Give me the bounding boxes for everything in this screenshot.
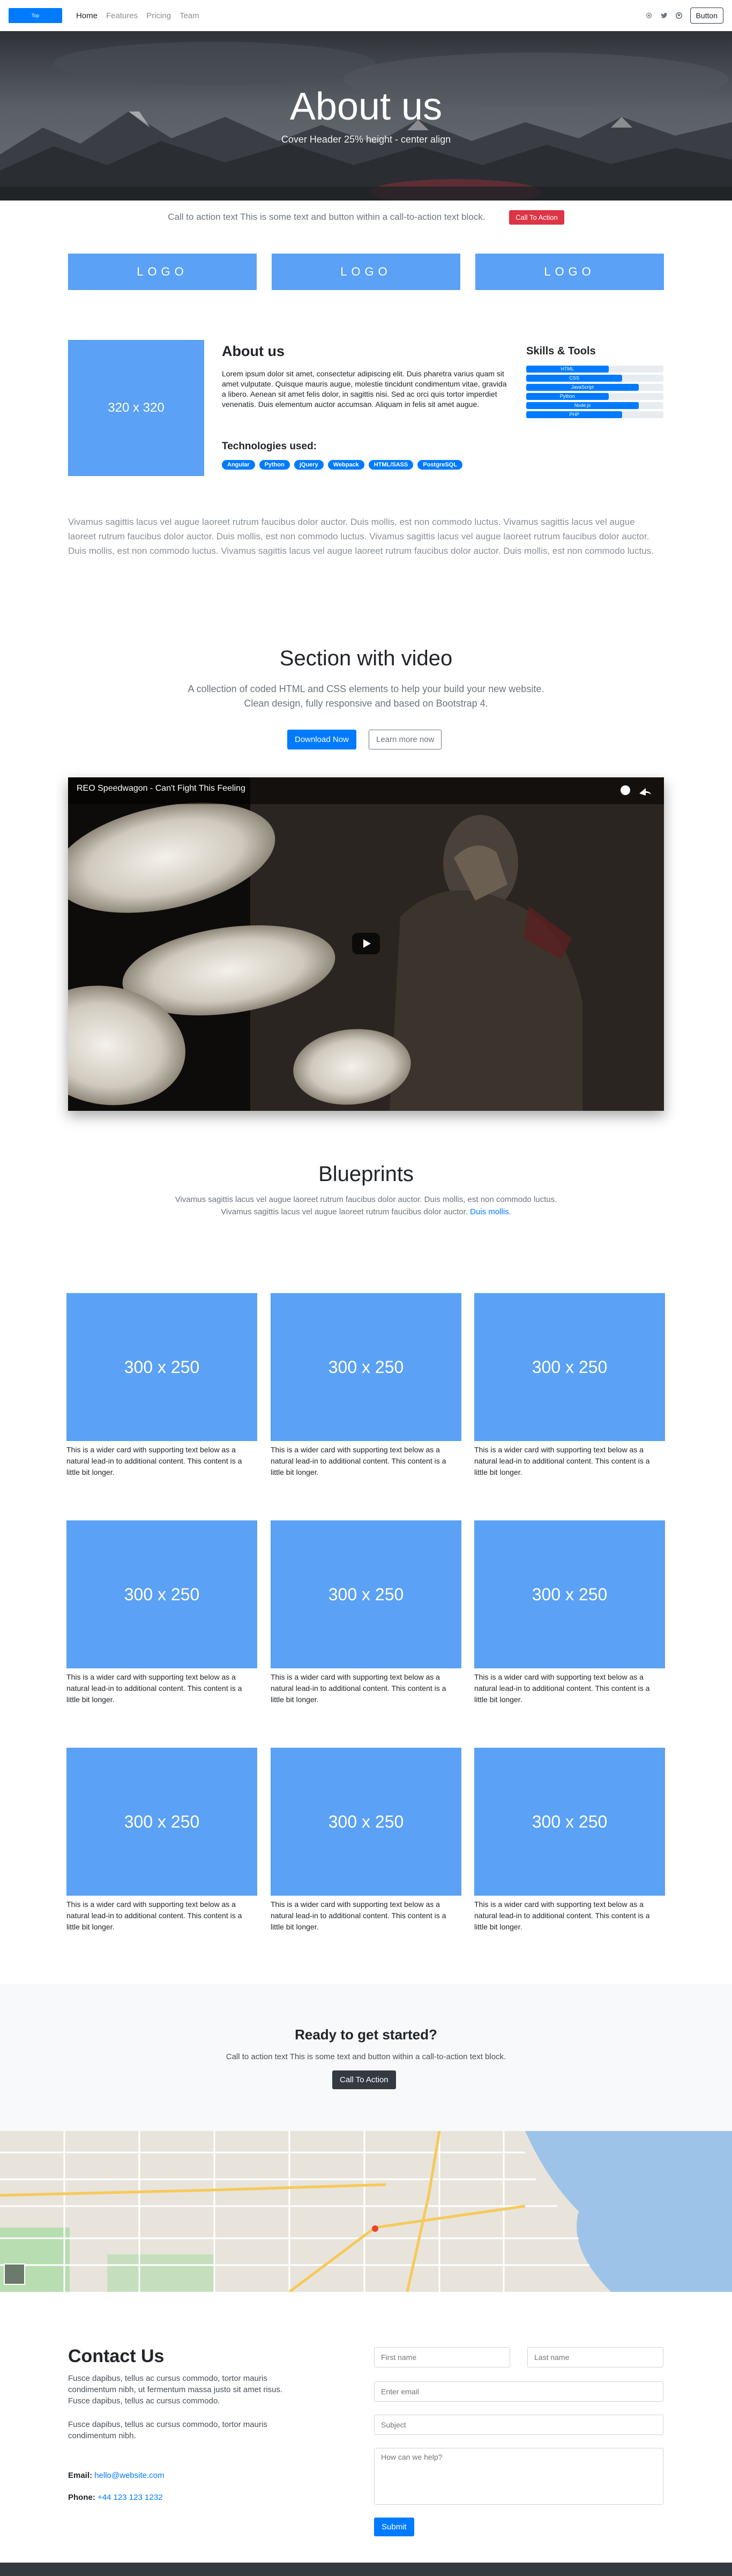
blueprints-text: Vivamus sagittis lacus vel augue laoreet… xyxy=(175,1195,557,1216)
card-image: 300 x 250 xyxy=(271,1748,461,1896)
card-text: This is a wider card with supporting tex… xyxy=(271,1900,446,1931)
skill-fill: JavaScript xyxy=(526,384,639,391)
video-player[interactable]: REO Speedwagon - Can't Fight This Feelin… xyxy=(68,777,664,1111)
skill-fill: Python xyxy=(526,393,609,400)
ready-section: Ready to get started? Call to action tex… xyxy=(0,1984,732,2131)
skill-bar: Python xyxy=(526,393,663,400)
cta-strip: Call to action text This is some text an… xyxy=(0,210,732,225)
download-now-button[interactable]: Download Now xyxy=(287,730,356,749)
video-section-subtitle-1: A collection of coded HTML and CSS eleme… xyxy=(188,684,544,694)
card-text: This is a wider card with supporting tex… xyxy=(66,1445,242,1476)
skill-fill: Node.js xyxy=(526,402,639,409)
ready-title: Ready to get started? xyxy=(295,2026,437,2043)
card-text: This is a wider card with supporting tex… xyxy=(474,1900,650,1931)
skills-title: Skills & Tools xyxy=(526,345,596,357)
badge-webpack: Webpack xyxy=(327,460,364,470)
logo-3: LOGO xyxy=(475,254,664,290)
skill-bar: HTML xyxy=(526,366,663,373)
skill-fill: PHP xyxy=(526,411,623,418)
card-text: This is a wider card with supporting tex… xyxy=(271,1673,446,1704)
nav-link-features[interactable]: Features xyxy=(106,11,138,20)
brand-logo[interactable]: Top xyxy=(9,8,62,23)
call-to-action-button[interactable]: Call To Action xyxy=(509,210,564,225)
play-icon[interactable] xyxy=(352,933,380,954)
twitter-icon[interactable] xyxy=(660,12,668,19)
nav-link-home[interactable]: Home xyxy=(76,11,98,20)
ready-text: Call to action text This is some text an… xyxy=(226,2052,506,2061)
technologies-title: Technologies used: xyxy=(222,441,317,452)
hero-header: About us Cover Header 25% height - cente… xyxy=(0,31,732,201)
email-label: Email: xyxy=(68,2471,93,2480)
card-image: 300 x 250 xyxy=(474,1520,665,1668)
video-section-title: Section with video xyxy=(279,647,453,670)
nav-link-pricing[interactable]: Pricing xyxy=(146,11,171,20)
cta-text: Call to action text This is some text an… xyxy=(168,211,485,222)
card-text: This is a wider card with supporting tex… xyxy=(271,1445,446,1476)
submit-button[interactable]: Submit xyxy=(374,2518,414,2536)
card-image: 300 x 250 xyxy=(66,1520,257,1668)
about-title: About us xyxy=(222,343,285,359)
card-image: 300 x 250 xyxy=(474,1748,665,1896)
contact-phone: Phone: +44 123 123 1232 xyxy=(68,2493,162,2502)
map[interactable] xyxy=(0,2131,732,2292)
badge-html-sass: HTML/SASS xyxy=(368,460,414,470)
blueprints-title: Blueprints xyxy=(318,1162,414,1186)
skill-bar: CSS xyxy=(526,375,663,382)
logo-1: LOGO xyxy=(68,254,257,290)
subject-field[interactable] xyxy=(374,2415,663,2435)
skill-bar: Node.js xyxy=(526,402,663,409)
badge-angular: Angular xyxy=(222,460,255,470)
contact-title: Contact Us xyxy=(68,2346,165,2366)
contact-email: Email: hello@website.com xyxy=(68,2471,164,2480)
learn-more-button[interactable]: Learn more now xyxy=(369,730,442,749)
contact-paragraph-1: Fusce dapibus, tellus ac cursus commodo,… xyxy=(68,2374,283,2406)
message-field[interactable] xyxy=(374,2448,663,2505)
hero-title: About us xyxy=(289,85,443,128)
logo-2: LOGO xyxy=(272,254,460,290)
skill-fill: CSS xyxy=(526,375,623,382)
github-icon[interactable] xyxy=(675,12,683,19)
skill-bar: JavaScript xyxy=(526,384,663,391)
card-image: 300 x 250 xyxy=(474,1293,665,1441)
nav-link-team[interactable]: Team xyxy=(180,11,199,20)
card-text: This is a wider card with supporting tex… xyxy=(474,1445,650,1476)
card-image: 300 x 250 xyxy=(66,1748,257,1896)
navbar-button[interactable]: Button xyxy=(690,8,723,24)
email-link[interactable]: hello@website.com xyxy=(94,2471,164,2480)
badge-python: Python xyxy=(259,460,290,470)
navbar: Top Home Features Pricing Team Button xyxy=(0,0,732,31)
skill-bar: PHP xyxy=(526,411,663,418)
map-graphic xyxy=(0,2131,732,2292)
video-section-subtitle-2: Clean design, fully responsive and based… xyxy=(244,698,488,709)
card-image: 300 x 250 xyxy=(66,1293,257,1441)
card-image: 300 x 250 xyxy=(271,1520,461,1668)
card-image: 300 x 250 xyxy=(271,1293,461,1441)
hero-subtitle: Cover Header 25% height - center align xyxy=(281,134,451,145)
badge-jquery: jQuery xyxy=(294,460,324,470)
phone-link[interactable]: +44 123 123 1232 xyxy=(98,2493,162,2502)
technology-badges: Angular Python jQuery Webpack HTML/SASS … xyxy=(222,460,462,470)
footer xyxy=(0,2563,732,2576)
gear-icon[interactable] xyxy=(645,12,653,19)
intro-paragraph: Vivamus sagittis lacus vel augue laoreet… xyxy=(68,517,654,556)
card-text: This is a wider card with supporting tex… xyxy=(66,1900,242,1931)
video-title: REO Speedwagon - Can't Fight This Feelin… xyxy=(77,784,245,793)
about-image: 320 x 320 xyxy=(68,340,204,476)
ready-call-to-action-button[interactable]: Call To Action xyxy=(332,2070,396,2089)
skill-fill: HTML xyxy=(526,366,609,373)
last-name-field[interactable] xyxy=(527,2347,663,2367)
badge-postgresql: PostgreSQL xyxy=(417,460,462,470)
first-name-field[interactable] xyxy=(374,2347,510,2367)
nav-right: Button xyxy=(645,8,723,24)
card-text: This is a wider card with supporting tex… xyxy=(66,1673,242,1704)
card-text: This is a wider card with supporting tex… xyxy=(474,1673,650,1704)
blueprints-link[interactable]: Duis mollis xyxy=(470,1207,509,1216)
contact-paragraph-2: Fusce dapibus, tellus ac cursus commodo,… xyxy=(68,2420,267,2440)
phone-label: Phone: xyxy=(68,2493,95,2502)
about-text: Lorem ipsum dolor sit amet, consectetur … xyxy=(222,369,507,409)
email-field[interactable] xyxy=(374,2381,663,2402)
